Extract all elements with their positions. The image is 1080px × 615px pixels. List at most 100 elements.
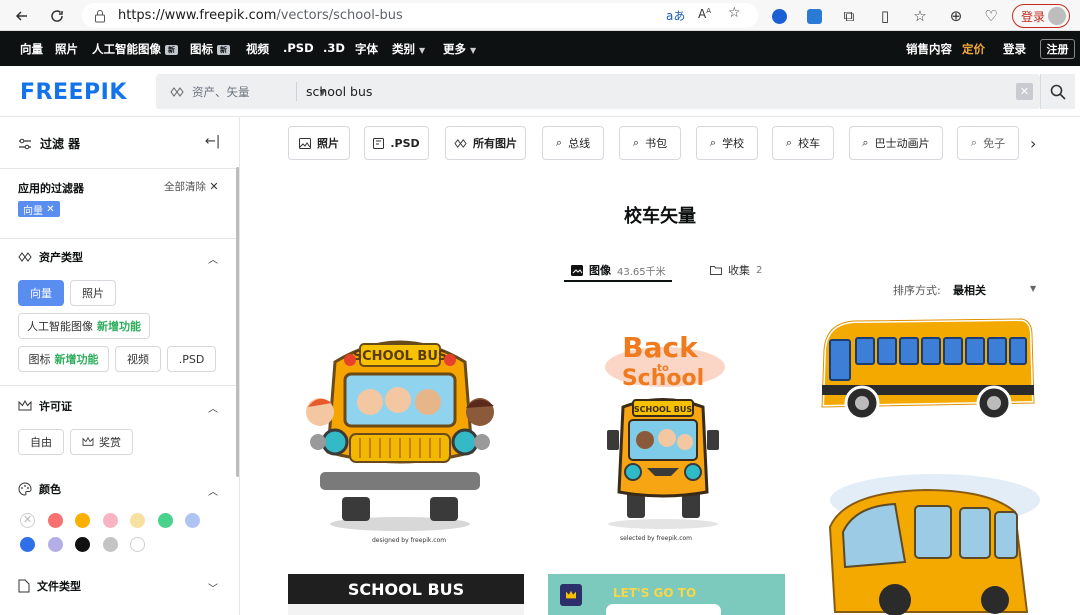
image-card-lets-go-to-school[interactable]: LET'S GO TO bbox=[548, 574, 785, 615]
collapse-sidebar-icon[interactable]: ←| bbox=[205, 134, 220, 149]
nav-icons[interactable]: 图标新 bbox=[190, 41, 230, 57]
reader-mode-icon[interactable]: AA bbox=[698, 7, 711, 21]
color-section-title[interactable]: 颜色 bbox=[18, 481, 61, 497]
nav-pricing[interactable]: 定价 bbox=[962, 41, 985, 57]
clear-search-icon[interactable]: ✕ bbox=[1016, 83, 1033, 100]
nav-login[interactable]: 登录 bbox=[1003, 41, 1026, 57]
color-swatch[interactable] bbox=[130, 537, 145, 552]
pill-photos[interactable]: 照片 bbox=[288, 126, 350, 160]
translate-icon[interactable] bbox=[802, 4, 826, 28]
license-chip-free[interactable]: 自由 bbox=[18, 429, 64, 455]
tab-collections[interactable]: 收集 2 bbox=[710, 262, 762, 278]
asset-type-section-title[interactable]: 资产类型 bbox=[18, 249, 83, 265]
color-swatch[interactable] bbox=[47, 513, 63, 528]
chevron-down-icon[interactable]: ▼ bbox=[1030, 284, 1036, 293]
search-button[interactable] bbox=[1040, 74, 1075, 109]
login-label: 登录 bbox=[1021, 9, 1046, 24]
asset-chip-ai-images[interactable]: 人工智能图像 新增功能 bbox=[18, 313, 150, 339]
color-swatch[interactable] bbox=[130, 513, 145, 528]
avatar-icon bbox=[1048, 7, 1066, 25]
filetype-section-title[interactable]: 文件类型 bbox=[18, 578, 81, 594]
pill-school-bus[interactable]: ⌕ 校车 bbox=[772, 126, 834, 160]
health-icon[interactable]: ♡ bbox=[979, 4, 1003, 28]
chevron-up-icon[interactable]: ︿ bbox=[208, 251, 218, 266]
color-swatch[interactable] bbox=[47, 537, 63, 552]
filetype-title-label: 文件类型 bbox=[37, 580, 81, 593]
school-bus-front-illustration: SCHOOL BUS bbox=[306, 340, 494, 531]
profile-login-button[interactable]: 登录 bbox=[1012, 4, 1070, 28]
image-card-school-bus-front[interactable]: SCHOOL BUS designed by freepik.com bbox=[290, 322, 510, 547]
chevron-up-icon[interactable]: ︿ bbox=[208, 483, 218, 498]
crown-icon bbox=[18, 400, 32, 411]
page-title: 校车矢量 bbox=[624, 206, 696, 227]
bus-sign-text: SCHOOL BUS bbox=[353, 349, 448, 364]
nav-photos[interactable]: 照片 bbox=[55, 41, 78, 57]
freepik-logo[interactable]: FREEPIK bbox=[20, 80, 127, 105]
nav-vectors[interactable]: 向量 bbox=[20, 41, 43, 57]
asset-chip-icons[interactable]: 图标 新增功能 bbox=[18, 346, 109, 372]
asset-chip-psd[interactable]: .PSD bbox=[167, 346, 216, 372]
license-chip-premium[interactable]: 奖赏 bbox=[70, 429, 133, 455]
pill-school[interactable]: ⌕ 学校 bbox=[696, 126, 758, 160]
tab-images[interactable]: 图像 43.65千米 bbox=[571, 262, 666, 278]
pill-rabbit[interactable]: ⌕ 免子 bbox=[957, 126, 1019, 160]
read-aloud-icon[interactable]: aあ bbox=[666, 7, 685, 24]
register-button[interactable]: 注册 bbox=[1040, 39, 1075, 59]
nav-3d[interactable]: .3D bbox=[323, 41, 345, 55]
image-card-bus-tilted[interactable] bbox=[815, 472, 1045, 615]
image-card-bus-side[interactable] bbox=[812, 315, 1042, 427]
active-tab-indicator bbox=[564, 280, 672, 282]
pill-schoolbag[interactable]: ⌕ 书包 bbox=[619, 126, 681, 160]
filters-title: 过滤 器 bbox=[40, 137, 81, 151]
nav-videos[interactable]: 视频 bbox=[246, 41, 269, 57]
asset-chip-vectors[interactable]: 向量 bbox=[18, 280, 64, 306]
asset-chip-photos[interactable]: 照片 bbox=[70, 280, 116, 306]
extensions-icon[interactable]: ⧉ bbox=[837, 4, 861, 28]
collections-icon[interactable]: ⊕ bbox=[944, 4, 968, 28]
nav-ai-images[interactable]: 人工智能图像新 bbox=[92, 41, 178, 57]
pill-all-images[interactable]: 所有图片 bbox=[445, 126, 526, 160]
color-swatch[interactable] bbox=[75, 513, 90, 528]
nav-more[interactable]: 更多 ▼ bbox=[443, 41, 476, 57]
nav-categories[interactable]: 类别 ▼ bbox=[392, 41, 425, 57]
search-input[interactable]: school bus bbox=[306, 84, 372, 99]
tab-collections-label: 收集 bbox=[728, 264, 750, 277]
back-icon[interactable] bbox=[10, 4, 34, 28]
chevron-down-icon[interactable]: ﹀ bbox=[208, 580, 218, 595]
chevron-up-icon[interactable]: ︿ bbox=[208, 400, 218, 415]
lets-go-text: LET'S GO TO bbox=[613, 586, 697, 600]
bus-sign-text: SCHOOL BUS bbox=[634, 405, 692, 414]
nav-psd[interactable]: .PSD bbox=[283, 41, 314, 55]
nav-fonts[interactable]: 字体 bbox=[355, 41, 378, 57]
favorite-star-icon[interactable]: ☆ bbox=[728, 5, 741, 21]
asset-type-dropdown[interactable]: 资产、矢量 ▼ bbox=[170, 84, 326, 100]
license-section-title[interactable]: 许可证 bbox=[18, 398, 72, 414]
color-swatch[interactable] bbox=[102, 537, 118, 552]
pill-bus-cartoon[interactable]: ⌕ 巴士动画片 bbox=[849, 126, 943, 160]
clear-all-link[interactable]: 全部清除 ✕ bbox=[164, 179, 219, 194]
search-divider bbox=[296, 82, 297, 101]
color-swatch[interactable] bbox=[102, 513, 118, 528]
new-feature-label: 新增功能 bbox=[54, 353, 99, 366]
pill-bus[interactable]: ⌕ 总线 bbox=[542, 126, 604, 160]
color-swatch[interactable] bbox=[157, 513, 173, 528]
filters-header: 过滤 器 bbox=[18, 135, 80, 152]
favorites-icon[interactable]: ☆ bbox=[908, 4, 932, 28]
color-swatch[interactable] bbox=[20, 537, 35, 552]
nav-sell-content[interactable]: 销售内容 bbox=[906, 41, 952, 57]
image-card-school-bus-banner[interactable]: SCHOOL BUS bbox=[288, 574, 524, 615]
split-screen-icon[interactable]: ▯ bbox=[873, 4, 897, 28]
pill-psd[interactable]: .PSD bbox=[364, 126, 429, 160]
color-swatch[interactable] bbox=[75, 537, 90, 552]
refresh-icon[interactable] bbox=[45, 4, 69, 28]
applied-filter-tag[interactable]: 向量 ✕ bbox=[18, 201, 60, 217]
address-bar[interactable]: https://www.freepik.com/vectors/school-b… bbox=[82, 3, 758, 28]
asset-chip-videos[interactable]: 视频 bbox=[115, 346, 161, 372]
sort-select[interactable]: 最相关 bbox=[953, 282, 986, 298]
new-feature-label: 新增功能 bbox=[97, 320, 141, 333]
image-card-back-to-school[interactable]: Back to School SCHOOL BUS selected by fr… bbox=[585, 322, 745, 547]
color-swatch[interactable] bbox=[185, 513, 200, 528]
chevron-right-icon[interactable]: › bbox=[1030, 134, 1036, 153]
copilot-icon[interactable] bbox=[767, 4, 791, 28]
color-swatch-any[interactable]: ✕ bbox=[20, 513, 35, 528]
